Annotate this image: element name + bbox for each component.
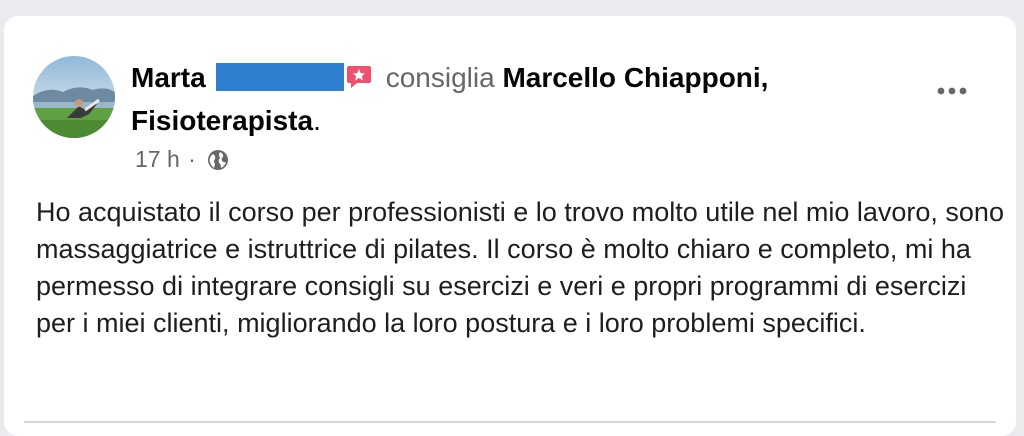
redacted-surname bbox=[215, 63, 344, 91]
meta-separator: · bbox=[188, 146, 196, 172]
post-header: Marta consiglia Marcello Chiapponi, Fisio… bbox=[131, 58, 861, 141]
author-avatar[interactable] bbox=[33, 56, 115, 138]
header-period: . bbox=[313, 105, 321, 136]
globe-icon[interactable] bbox=[206, 148, 230, 172]
post-body-text: Ho acquistato il corso per professionist… bbox=[36, 197, 1004, 338]
more-options-icon[interactable] bbox=[932, 79, 972, 103]
post-card: Marta consiglia Marcello Chiapponi, Fisio… bbox=[4, 16, 1016, 436]
avatar-photo bbox=[33, 56, 115, 138]
author-name[interactable]: Marta bbox=[131, 62, 206, 93]
recommends-verb: consiglia bbox=[385, 62, 495, 93]
post-meta: 17 h · bbox=[135, 144, 230, 174]
post-timestamp[interactable]: 17 h bbox=[135, 146, 180, 172]
recommend-star-icon bbox=[346, 61, 372, 101]
divider bbox=[24, 421, 996, 423]
